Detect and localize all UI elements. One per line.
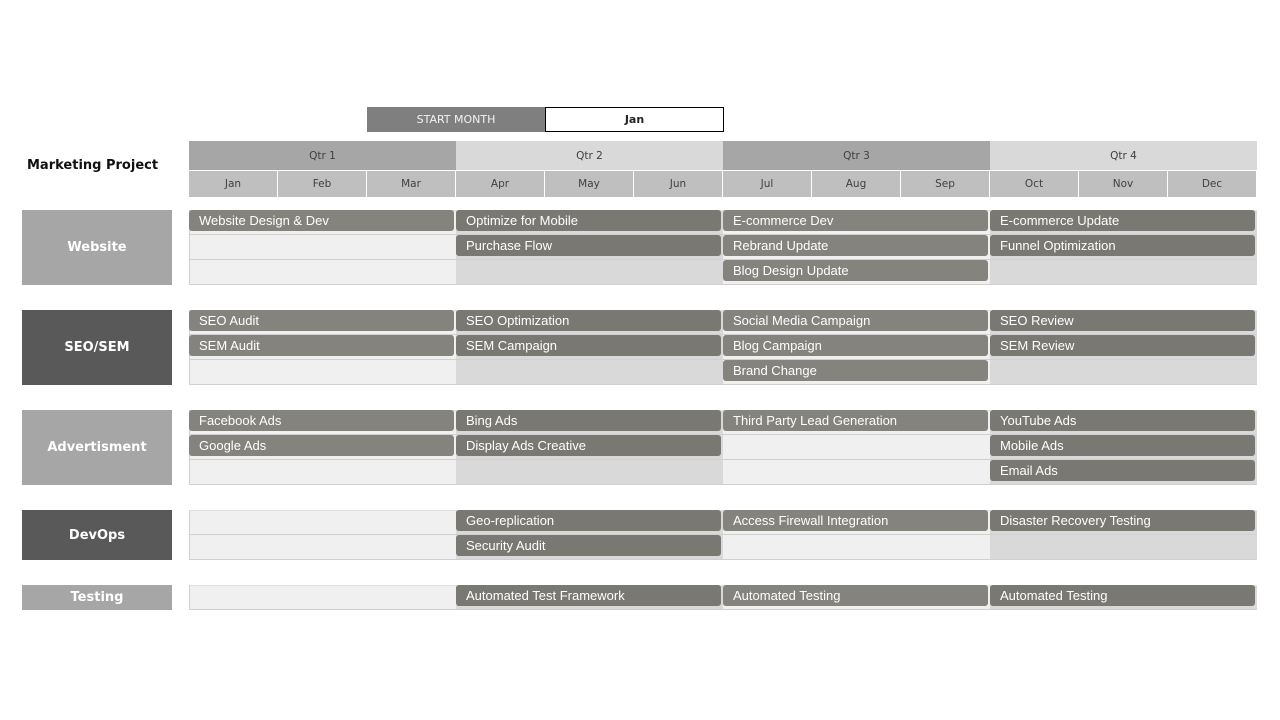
grid-cell — [189, 585, 456, 610]
month-header: Jul — [723, 171, 812, 197]
task-bar[interactable]: SEM Review — [990, 335, 1255, 356]
month-header: Mar — [367, 171, 456, 197]
project-title: Marketing Project — [27, 158, 159, 173]
task-bar[interactable]: Geo-replication — [456, 510, 721, 531]
task-bar[interactable]: Bing Ads — [456, 410, 721, 431]
task-bar[interactable]: Optimize for Mobile — [456, 210, 721, 231]
task-bar[interactable]: SEO Audit — [189, 310, 454, 331]
month-header: Dec — [1168, 171, 1257, 197]
category-label: Advertisment — [22, 410, 172, 485]
grid-cell — [189, 510, 456, 535]
task-bar[interactable]: Access Firewall Integration — [723, 510, 988, 531]
grid-cell — [723, 460, 990, 485]
month-header: Sep — [901, 171, 990, 197]
grid-cell — [990, 535, 1257, 560]
task-bar[interactable]: Automated Test Framework — [456, 585, 721, 606]
task-bar[interactable]: SEO Review — [990, 310, 1255, 331]
task-bar[interactable]: Rebrand Update — [723, 235, 988, 256]
category-label: Website — [22, 210, 172, 285]
task-bar[interactable]: Display Ads Creative — [456, 435, 721, 456]
quarter-header: Qtr 4 — [990, 141, 1257, 170]
grid-cell — [990, 360, 1257, 385]
task-bar[interactable]: Blog Campaign — [723, 335, 988, 356]
task-bar[interactable]: Automated Testing — [723, 585, 988, 606]
task-bar[interactable]: SEO Optimization — [456, 310, 721, 331]
task-bar[interactable]: Mobile Ads — [990, 435, 1255, 456]
month-header: Nov — [1079, 171, 1168, 197]
month-header: May — [545, 171, 634, 197]
grid-cell — [723, 535, 990, 560]
grid-cell — [189, 360, 456, 385]
quarter-header: Qtr 1 — [189, 141, 456, 170]
task-bar[interactable]: Facebook Ads — [189, 410, 454, 431]
quarter-header: Qtr 3 — [723, 141, 990, 170]
month-header: Oct — [990, 171, 1079, 197]
task-bar[interactable]: YouTube Ads — [990, 410, 1255, 431]
task-bar[interactable]: Google Ads — [189, 435, 454, 456]
task-bar[interactable]: Third Party Lead Generation — [723, 410, 988, 431]
task-bar[interactable]: Funnel Optimization — [990, 235, 1255, 256]
start-month-input[interactable]: Jan — [545, 107, 724, 132]
start-month-label: START MONTH — [367, 107, 545, 132]
category-label: DevOps — [22, 510, 172, 560]
month-header: Aug — [812, 171, 901, 197]
task-bar[interactable]: Blog Design Update — [723, 260, 988, 281]
task-bar[interactable]: Brand Change — [723, 360, 988, 381]
task-bar[interactable]: SEM Audit — [189, 335, 454, 356]
grid-cell — [189, 460, 456, 485]
grid-cell — [723, 435, 990, 460]
grid-cell — [456, 260, 723, 285]
category-label: SEO/SEM — [22, 310, 172, 385]
month-header: Jun — [634, 171, 723, 197]
grid-cell — [189, 235, 456, 260]
task-bar[interactable]: Disaster Recovery Testing — [990, 510, 1255, 531]
grid-cell — [189, 260, 456, 285]
category-label: Testing — [22, 585, 172, 610]
task-bar[interactable]: E-commerce Update — [990, 210, 1255, 231]
task-bar[interactable]: E-commerce Dev — [723, 210, 988, 231]
grid-cell — [189, 535, 456, 560]
task-bar[interactable]: Automated Testing — [990, 585, 1255, 606]
grid-cell — [456, 460, 723, 485]
task-bar[interactable]: Social Media Campaign — [723, 310, 988, 331]
grid-cell — [456, 360, 723, 385]
task-bar[interactable]: Email Ads — [990, 460, 1255, 481]
month-header: Feb — [278, 171, 367, 197]
task-bar[interactable]: Security Audit — [456, 535, 721, 556]
task-bar[interactable]: Purchase Flow — [456, 235, 721, 256]
quarter-header: Qtr 2 — [456, 141, 723, 170]
month-header: Jan — [189, 171, 278, 197]
month-header: Apr — [456, 171, 545, 197]
grid-cell — [990, 260, 1257, 285]
task-bar[interactable]: Website Design & Dev — [189, 210, 454, 231]
task-bar[interactable]: SEM Campaign — [456, 335, 721, 356]
